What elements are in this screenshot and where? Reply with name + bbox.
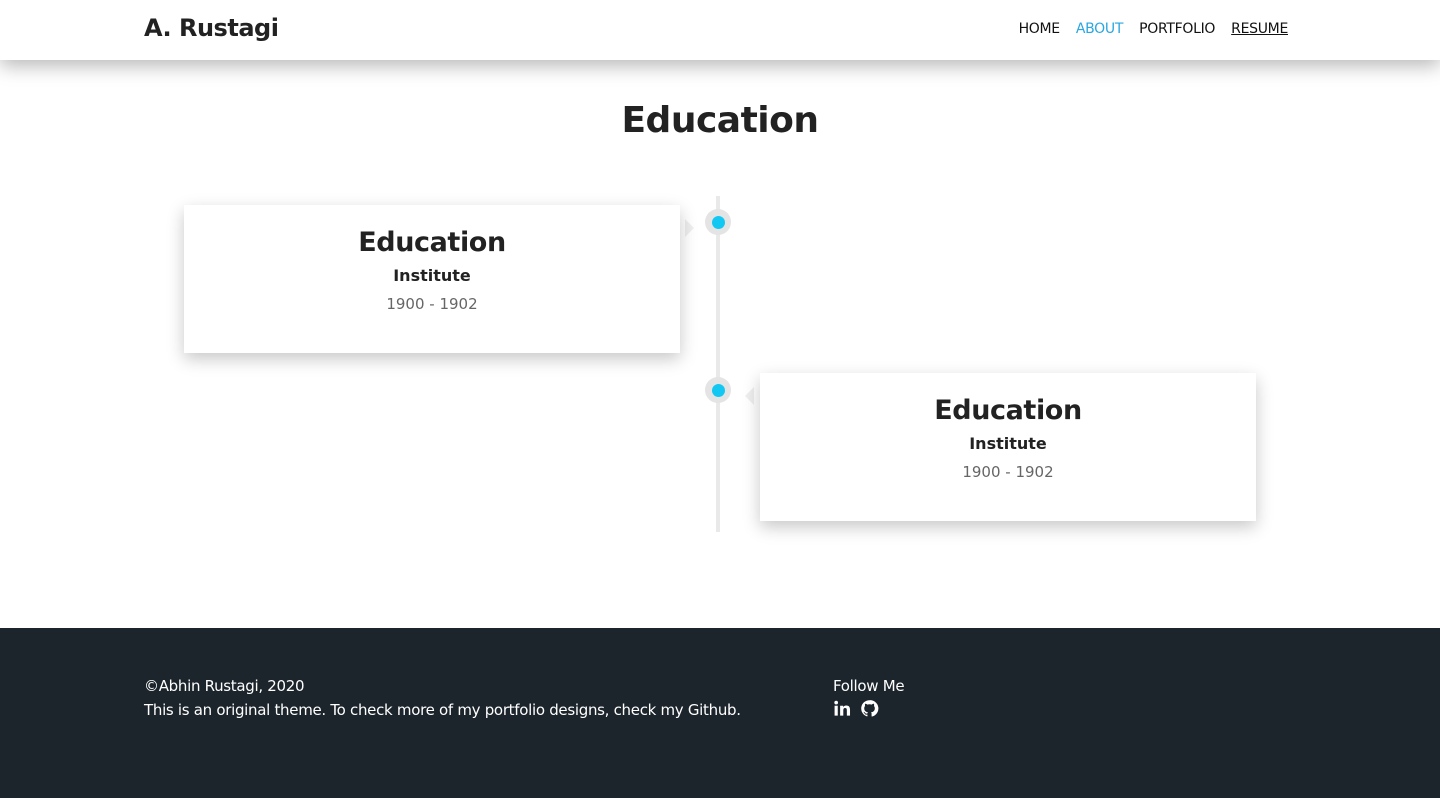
timeline-marker (705, 209, 731, 235)
card-title: Education (358, 227, 506, 258)
nav-link-about[interactable]: ABOUT (1076, 21, 1124, 37)
nav-link-home[interactable]: HOME (1019, 21, 1061, 37)
card-date: 1900 - 1902 (962, 463, 1054, 481)
timeline-card: Education Institute 1900 - 1902 (184, 205, 680, 353)
follow-me-heading: Follow Me (833, 677, 905, 695)
nav-menu: HOME ABOUT PORTFOLIO RESUME (1019, 21, 1289, 37)
linkedin-icon[interactable] (833, 699, 852, 718)
card-institute: Institute (393, 266, 471, 285)
timeline-marker (705, 377, 731, 403)
footer: ©Abhin Rustagi, 2020 This is an original… (0, 628, 1440, 798)
card-institute: Institute (969, 434, 1047, 453)
section-title: Education (621, 100, 819, 141)
brand-logo[interactable]: A. Rustagi (144, 14, 279, 42)
footer-description: This is an original theme. To check more… (144, 701, 741, 719)
github-icon[interactable] (860, 699, 879, 718)
card-title: Education (934, 395, 1082, 426)
navbar: A. Rustagi HOME ABOUT PORTFOLIO RESUME (0, 0, 1440, 60)
footer-copyright: ©Abhin Rustagi, 2020 (144, 677, 305, 695)
card-pointer-arrow (685, 219, 694, 237)
nav-link-portfolio[interactable]: PORTFOLIO (1139, 21, 1215, 37)
nav-link-resume[interactable]: RESUME (1231, 21, 1288, 37)
card-pointer-arrow (745, 387, 754, 405)
social-links (833, 699, 879, 718)
timeline-line (716, 196, 720, 532)
card-date: 1900 - 1902 (386, 295, 478, 313)
timeline-card: Education Institute 1900 - 1902 (760, 373, 1256, 521)
